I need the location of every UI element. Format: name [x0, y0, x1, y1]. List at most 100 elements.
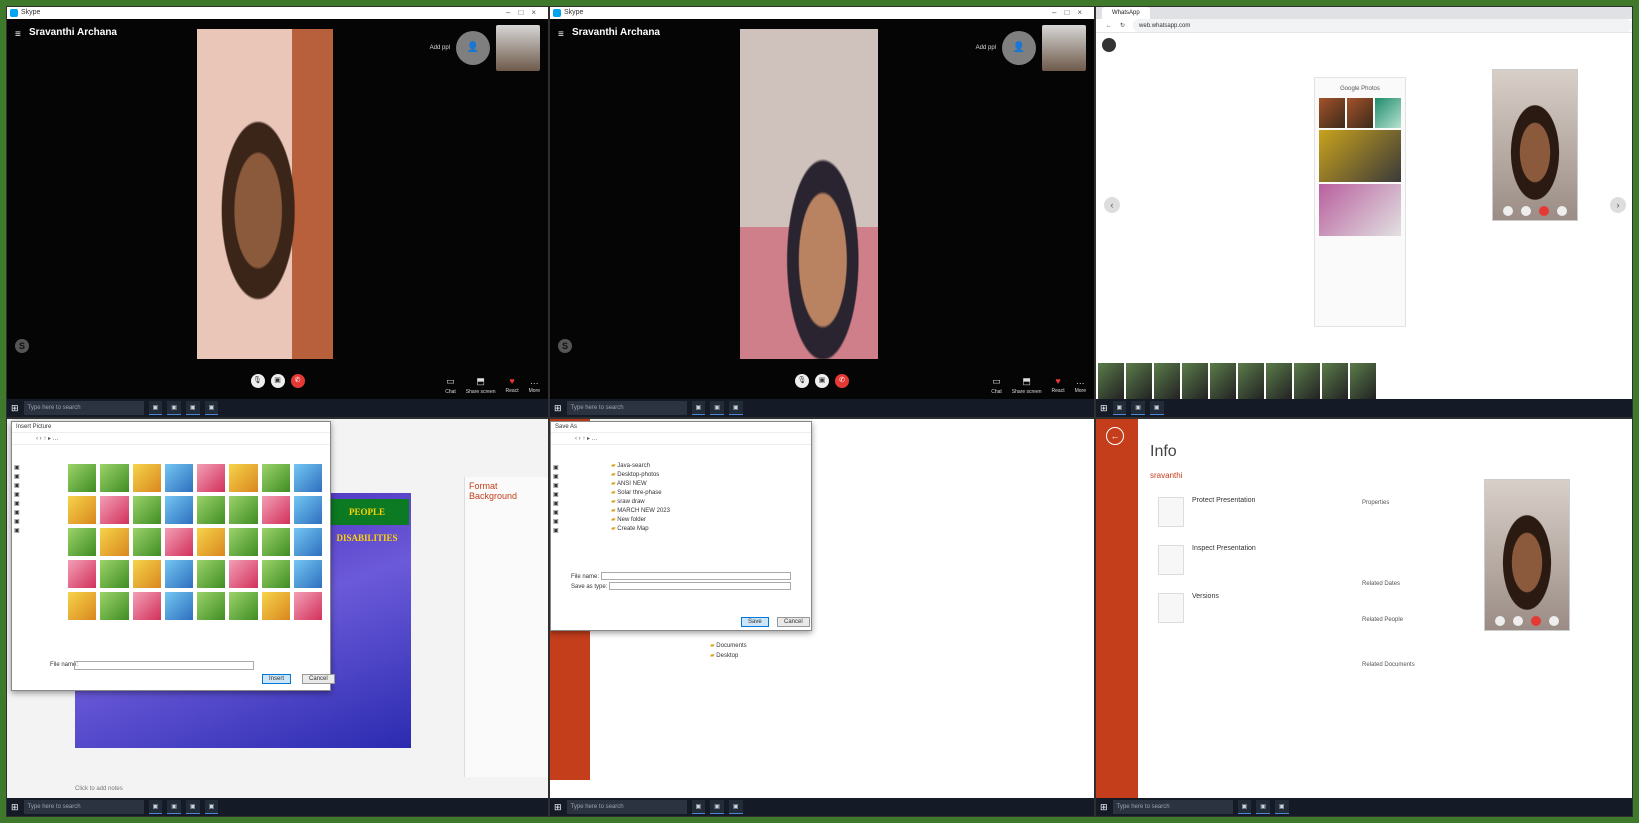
notes-placeholder[interactable]: Click to add notes — [75, 786, 123, 792]
share-screen-button[interactable]: ⬒ Share screen — [1012, 376, 1042, 395]
list-item[interactable]: ▰ ANSI NEW — [611, 480, 805, 489]
taskbar-item[interactable]: ▣ — [1274, 800, 1289, 814]
image-tile[interactable] — [197, 496, 226, 524]
image-tile[interactable] — [293, 496, 322, 524]
file-name-input[interactable] — [74, 661, 254, 670]
image-tile[interactable] — [229, 496, 258, 524]
image-tile[interactable] — [132, 528, 161, 556]
image-tile[interactable] — [164, 496, 193, 524]
list-item[interactable]: ▰ Solar thre-phase — [611, 489, 805, 498]
taskbar-search[interactable]: Type here to search — [23, 800, 144, 814]
image-tile[interactable] — [229, 592, 258, 620]
react-button[interactable]: ♥ React — [506, 376, 519, 395]
hamburger-menu-icon[interactable]: ≡ — [15, 29, 21, 40]
windows-start-icon[interactable]: ⊞ — [11, 802, 19, 813]
thumbnail[interactable] — [1238, 363, 1264, 399]
thumbnail[interactable] — [1154, 363, 1180, 399]
video-camera-icon[interactable]: ▣ — [270, 374, 285, 388]
thumbnail[interactable] — [1294, 363, 1320, 399]
participant-avatar[interactable]: 👤 — [456, 31, 490, 65]
image-tile[interactable] — [132, 496, 161, 524]
more-icon[interactable] — [1557, 206, 1567, 216]
save-type-select[interactable] — [609, 582, 792, 591]
share-screen-button[interactable]: ⬒ Share screen — [466, 376, 496, 395]
window-controls[interactable]: –□× — [1052, 7, 1090, 19]
list-item[interactable]: ▰ Create Map — [611, 525, 805, 534]
thumbnail[interactable] — [1266, 363, 1292, 399]
image-tile[interactable] — [293, 464, 322, 492]
image-tile[interactable] — [293, 560, 322, 588]
places-item[interactable]: ▰ Desktop — [710, 651, 747, 661]
taskbar-item[interactable]: ▣ — [1112, 401, 1127, 415]
path-bar[interactable]: ‹ › ↑ ▸ … — [12, 433, 330, 445]
more-button[interactable]: … More — [1075, 376, 1086, 395]
image-tile[interactable] — [229, 528, 258, 556]
end-call-button[interactable]: ✆ — [290, 374, 305, 388]
inspect-section[interactable]: Inspect Presentation — [1158, 545, 1256, 575]
react-button[interactable]: ♥ React — [1052, 376, 1065, 395]
address-bar[interactable]: web.whatsapp.com — [1133, 19, 1632, 32]
thumbnail[interactable] — [1210, 363, 1236, 399]
image-tile[interactable] — [100, 560, 129, 588]
photo-thumb[interactable] — [1375, 98, 1401, 128]
mic-icon[interactable] — [1495, 616, 1505, 626]
taskbar-item[interactable]: ▣ — [148, 401, 163, 415]
image-tile[interactable] — [261, 496, 290, 524]
list-item[interactable]: ▰ New folder — [611, 516, 805, 525]
windows-start-icon[interactable]: ⊞ — [1100, 802, 1108, 813]
chat-button[interactable]: ▭ Chat — [445, 376, 456, 395]
more-button[interactable]: … More — [529, 376, 540, 395]
windows-start-icon[interactable]: ⊞ — [1100, 403, 1108, 414]
image-tile[interactable] — [68, 464, 97, 492]
windows-start-icon[interactable]: ⊞ — [554, 802, 562, 813]
microphone-icon[interactable]: 🎙 — [250, 374, 265, 388]
image-tile[interactable] — [197, 560, 226, 588]
taskbar-search[interactable]: Type here to search — [566, 401, 687, 415]
more-icon[interactable] — [1549, 616, 1559, 626]
windows-start-icon[interactable]: ⊞ — [11, 403, 19, 414]
image-tile[interactable] — [100, 592, 129, 620]
protect-section[interactable]: Protect Presentation — [1158, 497, 1255, 527]
video-call-popup[interactable] — [1492, 69, 1578, 221]
photo-thumb[interactable] — [1319, 98, 1345, 128]
image-tile[interactable] — [132, 464, 161, 492]
image-tile[interactable] — [100, 528, 129, 556]
taskbar-item[interactable]: ▣ — [185, 401, 200, 415]
image-tile[interactable] — [100, 496, 129, 524]
list-item[interactable]: ▰ Desktop-photos — [611, 471, 805, 480]
self-view-video[interactable] — [1042, 25, 1086, 71]
save-button[interactable]: Save — [741, 617, 769, 627]
video-call-popup[interactable] — [1484, 479, 1570, 631]
path-bar[interactable]: ‹ › ↑ ▸ … — [551, 433, 811, 445]
image-tile[interactable] — [261, 528, 290, 556]
taskbar-item[interactable]: ▣ — [1237, 800, 1252, 814]
avatar[interactable] — [1102, 38, 1116, 52]
image-tile[interactable] — [293, 592, 322, 620]
reload-icon[interactable]: ↻ — [1120, 19, 1125, 32]
image-tile[interactable] — [261, 560, 290, 588]
browser-tab[interactable]: WhatsApp — [1102, 7, 1150, 19]
image-tile[interactable] — [261, 464, 290, 492]
taskbar-item[interactable]: ▣ — [204, 800, 219, 814]
thumbnail[interactable] — [1126, 363, 1152, 399]
video-camera-icon[interactable]: ▣ — [815, 374, 829, 388]
chevron-left-icon[interactable]: ‹ — [1104, 197, 1120, 213]
taskbar-item[interactable]: ▣ — [710, 401, 724, 415]
image-tile[interactable] — [197, 592, 226, 620]
insert-button[interactable]: Insert — [262, 674, 292, 684]
list-item[interactable]: ▰ Java-search — [611, 462, 805, 471]
taskbar-item[interactable]: ▣ — [1131, 401, 1145, 415]
image-tile[interactable] — [229, 560, 258, 588]
taskbar-item[interactable]: ▣ — [167, 800, 181, 814]
image-tile[interactable] — [164, 560, 193, 588]
photo-thumb[interactable] — [1319, 184, 1401, 236]
taskbar-item[interactable]: ▣ — [167, 401, 181, 415]
back-icon[interactable]: ← — [1106, 19, 1112, 32]
taskbar-search[interactable]: Type here to search — [1112, 800, 1233, 814]
end-call-button[interactable]: ✆ — [835, 374, 849, 388]
video-icon[interactable] — [1521, 206, 1531, 216]
back-arrow-icon[interactable]: ← — [1106, 427, 1124, 445]
video-icon[interactable] — [1513, 616, 1523, 626]
taskbar-item[interactable]: ▣ — [1256, 800, 1270, 814]
list-item[interactable]: ▰ MARCH NEW 2023 — [611, 507, 805, 516]
